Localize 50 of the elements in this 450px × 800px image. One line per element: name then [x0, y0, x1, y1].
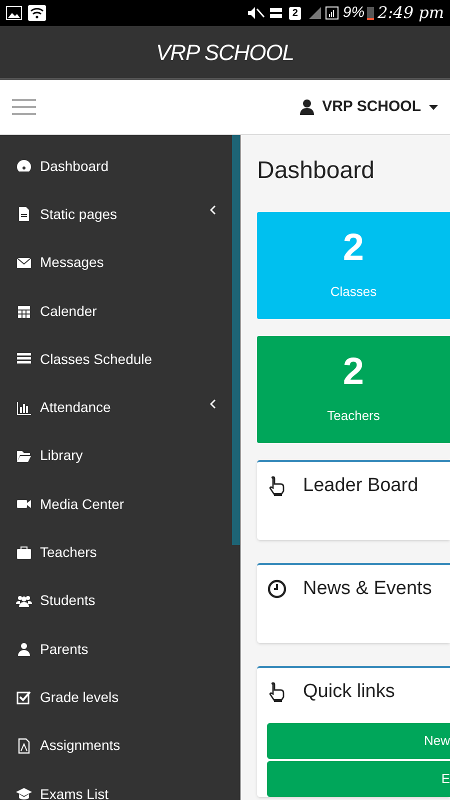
battery-icon — [366, 6, 374, 20]
sidebar-item[interactable]: Teachers — [0, 528, 232, 577]
chevron-left-icon — [210, 398, 216, 409]
clock-time: 2:49 pm — [378, 2, 444, 24]
app-title: VRP SCHOOL — [156, 38, 294, 66]
sidebar-item[interactable]: Attendance — [0, 383, 232, 432]
mute-icon — [247, 6, 266, 20]
sidebar-item[interactable]: Static pages — [0, 190, 232, 239]
sidebar-item[interactable]: Dashboard — [0, 142, 232, 190]
clock-icon — [267, 579, 287, 600]
sidebar-item[interactable]: Library — [0, 432, 232, 480]
sidebar-item[interactable]: Classes Schedule — [0, 335, 232, 384]
calendar-icon — [16, 303, 32, 320]
pointing-hand-icon — [267, 681, 287, 704]
user-menu-button[interactable]: VRP SCHOOL — [300, 96, 438, 118]
stat-value: 2 — [342, 350, 364, 394]
menu-button[interactable] — [12, 99, 36, 115]
person-icon — [16, 641, 32, 658]
image-icon — [6, 6, 22, 20]
stat-value: 2 — [342, 226, 364, 270]
stat-label: Teachers — [327, 407, 380, 425]
sidebar-item[interactable]: Parents — [0, 624, 232, 674]
gauge-icon — [16, 158, 32, 174]
pointing-hand-icon — [267, 475, 287, 498]
sidebar-item[interactable]: Calender — [0, 286, 232, 336]
signal-icon — [306, 6, 323, 20]
panel-title: Leader Board — [303, 474, 418, 498]
bar-chart-icon — [16, 400, 32, 416]
page-title: Dashboard — [257, 156, 376, 186]
sidebar-item[interactable]: Messages — [0, 238, 232, 287]
wifi-icon — [28, 5, 46, 21]
document-icon — [16, 206, 32, 222]
person-icon — [300, 99, 314, 115]
checkbox-icon — [16, 689, 32, 706]
briefcase-icon — [16, 544, 32, 561]
caret-icon — [429, 104, 438, 110]
sidebar-item[interactable]: Students — [0, 576, 232, 625]
pdf-file-icon — [16, 738, 32, 754]
panel-title: Quick links — [303, 680, 395, 704]
battery-percent: 9% — [342, 2, 365, 23]
sim-badge: 2 — [289, 6, 301, 20]
stat-label: Classes — [330, 283, 377, 301]
chevron-left-icon — [210, 205, 216, 216]
sidebar-item[interactable]: Assignments — [0, 722, 232, 770]
panel-title: News & Events — [303, 577, 432, 601]
sidebar-item[interactable]: Grade levels — [0, 673, 232, 722]
sidebar-item[interactable]: Media Center — [0, 480, 232, 528]
graduation-cap-icon — [16, 786, 32, 800]
sidebar-item[interactable]: Exams List — [0, 770, 232, 800]
lte-signal-icon — [324, 6, 339, 20]
